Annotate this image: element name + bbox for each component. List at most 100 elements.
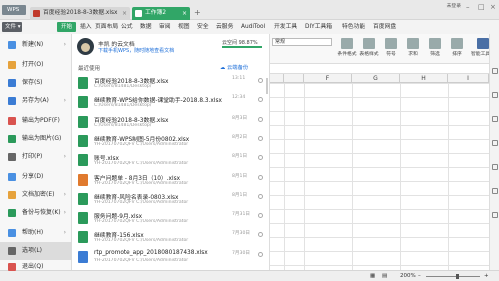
file-menu-item[interactable]: 另存为(A) ›	[0, 92, 72, 110]
pin-icon[interactable]	[258, 78, 263, 83]
panel-scrollbar[interactable]	[266, 78, 268, 94]
menu-bar: 文件 ▾ 开始 插入 页面布局 公式 数据 审阅 视图 安全 云服务 AudiT…	[0, 20, 499, 34]
close-tab-icon[interactable]: ×	[122, 7, 127, 20]
pin-icon[interactable]	[258, 155, 263, 161]
file-menu-item[interactable]: 分享(D)	[0, 168, 72, 186]
tab-page-layout[interactable]: 页面布局	[95, 22, 118, 32]
normal-view-icon[interactable]: ▦	[370, 271, 375, 281]
file-menu-item[interactable]: 输出为图片(G)	[0, 130, 72, 148]
recent-file-item[interactable]: 继续教育-风险名表录-0803.xlsx YH-20170702QFV C:/Us…	[72, 190, 270, 210]
file-menu-item[interactable]: 保存(S)	[0, 74, 72, 92]
column-header[interactable]	[270, 74, 284, 83]
sort-button[interactable]: 排序	[446, 38, 468, 57]
number-format-select[interactable]: 常规	[272, 38, 332, 46]
star-icon[interactable]	[492, 116, 498, 122]
file-menu-button[interactable]: 文件 ▾	[2, 22, 22, 32]
recent-file-item[interactable]: 服务问题-9月.xlsx YH-20170702QFV C:/Users/Admi…	[72, 209, 270, 229]
recent-file-item[interactable]: 继续教育-WPS制图-5月份0802.xlsx YH-20170702QFV C:…	[72, 132, 270, 152]
zoom-in-icon[interactable]: +	[484, 271, 489, 281]
document-tab-2[interactable]: 工作簿2 ×	[132, 7, 190, 20]
recent-file-item[interactable]: 继续教育-WPS给你数据-课堂助手-2018.8.3.xlsx C:/Users/…	[72, 93, 270, 113]
page-layout-view-icon[interactable]: ▤	[382, 271, 387, 281]
sum-button[interactable]: 求和	[402, 38, 424, 57]
recent-file-item[interactable]: 继续教育-156.xlsx YH-20170702QFV C:/Users/Adm…	[72, 228, 270, 248]
pin-icon[interactable]	[258, 174, 263, 180]
filter-button[interactable]: 筛选	[424, 38, 446, 57]
tab-data[interactable]: 数据	[140, 22, 152, 32]
recent-file-item[interactable]: 账号.xlsx YH-20170702QFV C:/Users/Administr…	[72, 151, 270, 171]
tab-diy-toolbox[interactable]: DIY工具箱	[305, 22, 332, 32]
close-window-icon[interactable]: ×	[490, 3, 496, 11]
tab-cloud[interactable]: 云服务	[216, 22, 233, 32]
file-menu-item[interactable]: 帮助(H) ›	[0, 224, 72, 242]
file-menu-item[interactable]: 备份与恢复(K) ›	[0, 204, 72, 222]
file-menu-item-label: 新建(N)	[22, 41, 44, 48]
tab-start[interactable]: 开始	[57, 22, 76, 32]
file-menu-item[interactable]: 打开(O)	[0, 56, 72, 74]
pin-icon[interactable]	[258, 193, 263, 199]
file-menu-item[interactable]: 退出(Q)	[0, 258, 72, 276]
file-menu-item-label: 备份与恢复(K)	[22, 209, 61, 216]
column-header-i[interactable]: I	[448, 74, 489, 83]
tab-developer[interactable]: 开发工具	[274, 22, 297, 32]
cloud-backup-link[interactable]: ☁ 云端备份	[220, 63, 248, 71]
share-icon[interactable]	[492, 212, 498, 218]
tab-security[interactable]: 安全	[197, 22, 209, 32]
formula-bar[interactable]	[270, 64, 489, 74]
tab-auditool[interactable]: AudiTool	[241, 22, 265, 32]
grid-col-line	[284, 83, 285, 270]
file-menu-item[interactable]: 打印(P) ›	[0, 148, 72, 166]
tab-features[interactable]: 特色功能	[342, 22, 365, 32]
zoom-level[interactable]: 200%	[400, 271, 416, 281]
avatar[interactable]	[77, 38, 94, 55]
backup-icon[interactable]	[492, 188, 498, 194]
sheet-file-icon	[135, 10, 142, 17]
format-icon[interactable]	[492, 92, 498, 98]
grid-row-line	[270, 139, 489, 140]
zoom-slider[interactable]	[426, 276, 480, 277]
plus-icon[interactable]: +	[194, 8, 201, 17]
help-icon[interactable]	[492, 164, 498, 170]
conditional-format-button[interactable]: 条件格式	[336, 38, 358, 57]
pointer-icon[interactable]	[492, 68, 498, 74]
recent-file-item[interactable]: 百度经验2018-8-3数据.xlsx C:/Users/81481/Deskto…	[72, 74, 270, 94]
pin-icon[interactable]	[258, 232, 263, 238]
file-menu-item[interactable]: 输出为PDF(F)	[0, 112, 72, 130]
tab-formula[interactable]: 公式	[121, 22, 133, 32]
file-menu-item[interactable]: 文档加密(E) ›	[0, 186, 72, 204]
pin-icon[interactable]	[258, 97, 263, 103]
zoom-out-icon[interactable]: –	[418, 271, 421, 281]
wps-logo-button[interactable]: WPS	[2, 5, 26, 15]
column-header-f[interactable]: F	[304, 74, 352, 83]
close-tab-icon[interactable]: ×	[182, 7, 187, 20]
file-time: 8月1日	[232, 154, 248, 160]
recent-file-item[interactable]: rtp_promote_app_2018080187438.xlsx YH-201…	[72, 248, 270, 268]
pin-icon[interactable]	[258, 251, 263, 257]
shape-icon[interactable]	[492, 140, 498, 146]
pin-icon[interactable]	[258, 135, 263, 141]
minimize-icon[interactable]: –	[466, 3, 470, 11]
wps-label: WPS	[7, 7, 20, 13]
symbol-button[interactable]: 符号	[380, 38, 402, 57]
pin-icon[interactable]	[258, 213, 263, 219]
grid-row-line	[270, 97, 489, 98]
column-header-g[interactable]: G	[352, 74, 400, 83]
pin-icon[interactable]	[258, 116, 263, 122]
document-tab-1[interactable]: 百度经验2018-8-3数据.xlsx ×	[30, 7, 130, 20]
tab-view[interactable]: 视图	[178, 22, 190, 32]
user-status[interactable]: 未登录	[447, 2, 461, 9]
column-header-h[interactable]: H	[400, 74, 448, 83]
mobile-hint-link[interactable]: 下载手机WPS，随时随地查看文档	[98, 47, 174, 54]
recent-file-item[interactable]: 百度经验2018-8-3数据.xlsx C:/Users/81481/Deskto…	[72, 113, 270, 133]
tab-review[interactable]: 审阅	[159, 22, 171, 32]
tab-baidu-pan[interactable]: 百度网盘	[373, 22, 396, 32]
grid-row-line	[270, 111, 489, 112]
spreadsheet-grid[interactable]: F G H I	[270, 74, 489, 270]
table-style-button[interactable]: 表格样式	[358, 38, 380, 57]
zoom-slider-handle[interactable]	[456, 274, 459, 279]
column-header[interactable]	[284, 74, 304, 83]
maximize-icon[interactable]: □	[478, 3, 485, 11]
tab-insert[interactable]: 插入	[80, 22, 92, 32]
recent-file-item[interactable]: 客户问题单 - 8月3日（10）.xlsx YH-20170702QFV C:/U…	[72, 171, 270, 191]
file-menu-item[interactable]: 新建(N) ›	[0, 36, 72, 54]
